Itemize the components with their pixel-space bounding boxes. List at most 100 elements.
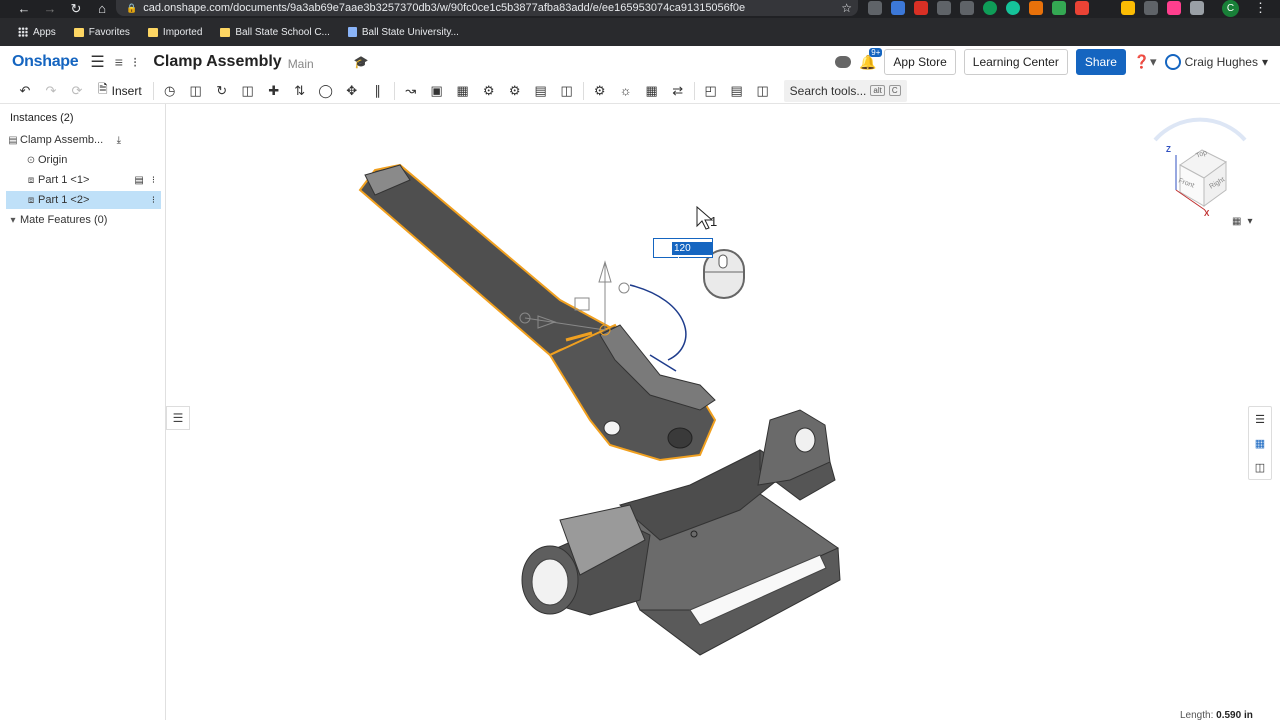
rack-pinion-icon[interactable]: ⚙	[502, 83, 528, 99]
learning-center-button[interactable]: Learning Center	[963, 49, 1068, 75]
insert-icon: 🗎	[98, 82, 108, 96]
shortcut-c-key: C	[888, 85, 901, 96]
right-panel-dock: ☰ ▦ ◫	[1248, 406, 1272, 480]
chevron-down-icon[interactable]: ▾	[6, 215, 20, 226]
named-views-icon[interactable]: ◫	[750, 83, 776, 99]
app-store-button[interactable]: App Store	[884, 49, 956, 75]
extension-flag-icon[interactable]	[1075, 1, 1089, 15]
education-cap-icon[interactable]: 🎓	[354, 55, 369, 69]
rotation-angle-input[interactable]: 120 deg	[653, 238, 713, 267]
extension-play-icon[interactable]	[1167, 1, 1181, 15]
extension-lock-icon[interactable]	[937, 1, 951, 15]
user-menu[interactable]: Craig Hughes ▾	[1164, 54, 1268, 70]
profile-avatar[interactable]: C	[1222, 0, 1239, 17]
onshape-logo[interactable]: Onshape	[12, 53, 79, 71]
cylindrical-mate-icon[interactable]: ⇅	[287, 83, 313, 99]
feature-list-icon[interactable]: ≡	[115, 54, 123, 70]
extension-icon[interactable]	[891, 1, 905, 15]
comment-icon[interactable]	[834, 56, 851, 68]
view-options-menu[interactable]: ▦ ▾	[1232, 216, 1252, 227]
sync-icon[interactable]: ⟳	[64, 83, 90, 99]
tree-item-mate-features[interactable]: ▾ Mate Features (0)	[6, 211, 161, 229]
redo-icon[interactable]: ↷	[38, 83, 64, 99]
appearance-cube-icon[interactable]: ▦	[1255, 437, 1265, 450]
extension-thumb-icon[interactable]	[1121, 1, 1135, 15]
document-title[interactable]: Clamp Assembly	[153, 53, 281, 71]
app-header: Onshape ☰ ≡ ⁝ Clamp Assembly Main 🎓 🔔 9+ …	[0, 46, 1280, 78]
group-icon[interactable]: ▦	[450, 83, 476, 99]
fixed-icon: ▤	[134, 174, 144, 186]
undo-icon[interactable]: ↶	[12, 83, 38, 99]
parallel-mate-icon[interactable]: ∥	[365, 83, 391, 99]
address-bar[interactable]: 🔒 cad.onshape.com/documents/9a3ab69e7aae…	[116, 0, 858, 16]
extension-puzzle-icon[interactable]	[1190, 1, 1204, 15]
reload-icon[interactable]: ↻	[68, 1, 84, 17]
hamburger-menu-icon[interactable]: ☰	[90, 52, 104, 72]
ball-mate-icon[interactable]: ✥	[339, 83, 365, 99]
browser-menu-icon[interactable]: ⋮	[1254, 0, 1267, 16]
mate-connector-dot-icon[interactable]: ⁝	[152, 175, 155, 186]
page-icon	[347, 27, 357, 37]
properties-list-icon[interactable]: ☰	[1255, 413, 1265, 426]
gear-relation-icon[interactable]: ⚙	[476, 83, 502, 99]
bookmark-imported[interactable]: Imported	[147, 27, 202, 38]
search-tools-input[interactable]: Search tools... alt C	[783, 79, 907, 102]
chevron-down-icon: ▾	[1261, 55, 1268, 69]
explode-icon[interactable]: ⇄	[665, 83, 691, 99]
settings-gear-icon[interactable]: ⚙	[587, 83, 613, 99]
mate-connector-icon[interactable]: ▣	[424, 83, 450, 99]
extension-green-icon[interactable]	[983, 1, 997, 15]
shortcut-alt-key: alt	[870, 85, 885, 96]
notification-badge: 9+	[869, 47, 883, 57]
help-icon[interactable]: ❓▾	[1134, 54, 1157, 70]
insert-button[interactable]: 🗎 Insert	[90, 80, 150, 101]
forward-arrow-icon[interactable]: →	[42, 1, 58, 17]
bookmark-ball-state-university[interactable]: Ball State University...	[347, 27, 459, 38]
handle-part-selected[interactable]	[358, 163, 717, 462]
download-icon[interactable]: ⤓	[117, 135, 121, 146]
fastened-mate-icon[interactable]: ◫	[183, 83, 209, 99]
mate-values-icon[interactable]: ◫	[1255, 461, 1265, 474]
sun-gear-icon[interactable]: ☼	[613, 83, 639, 98]
replicate-icon[interactable]: ◷	[157, 83, 183, 99]
bookmark-favorites[interactable]: Favorites	[73, 27, 130, 38]
tree-item-clamp-assembly[interactable]: ▤ Clamp Assemb... ⤓	[6, 131, 161, 149]
extension-arrow-icon[interactable]	[1029, 1, 1043, 15]
graphics-viewport[interactable]	[167, 104, 1280, 720]
tangent-mate-icon[interactable]: ↝	[398, 83, 424, 99]
home-icon[interactable]: ⌂	[94, 1, 110, 17]
share-button[interactable]: Share	[1075, 49, 1126, 75]
linear-pattern-icon[interactable]: ◫	[554, 83, 580, 99]
insert-mate-icon[interactable]: ⁝	[133, 54, 137, 71]
bookmark-star-icon[interactable]: ☆	[841, 1, 852, 15]
google-drive-icon[interactable]	[1052, 1, 1066, 15]
chevron-down-icon: ▾	[1247, 216, 1253, 227]
bookmark-ball-state-school[interactable]: Ball State School C...	[220, 27, 330, 38]
section-view-icon[interactable]: ◰	[698, 83, 724, 99]
slider-mate-icon[interactable]: ◫	[235, 83, 261, 99]
bookmark-apps[interactable]: Apps	[18, 27, 56, 38]
screw-relation-icon[interactable]: ▤	[528, 83, 554, 99]
tree-item-origin[interactable]: ⊙ Origin	[6, 151, 161, 169]
extension-download-icon[interactable]	[868, 1, 882, 15]
revolute-mate-icon[interactable]: ↻	[209, 83, 235, 99]
back-arrow-icon[interactable]: ←	[16, 1, 32, 17]
hatch-icon[interactable]: ▦	[639, 83, 665, 99]
branch-label[interactable]: Main	[288, 57, 314, 71]
view-cube-z-label: Z	[1166, 145, 1171, 154]
notifications-icon[interactable]: 🔔 9+	[859, 47, 883, 71]
folder-icon	[147, 27, 158, 37]
extension-pdf-icon[interactable]	[914, 1, 928, 15]
extension-bag-icon[interactable]	[960, 1, 974, 15]
extension-pen-icon[interactable]	[1144, 1, 1158, 15]
browser-titlebar: ← → ↻ ⌂ 🔒 cad.onshape.com/documents/9a3a…	[0, 0, 1280, 18]
tree-item-part-1-2[interactable]: ⧈ Part 1 <2> ⁝	[6, 191, 161, 209]
tree-item-part-1-1[interactable]: ⧈ Part 1 <1> ▤ ⁝	[6, 171, 161, 189]
measure-icon[interactable]: ▤	[724, 83, 750, 99]
pin-slot-mate-icon[interactable]: ◯	[313, 83, 339, 99]
planar-mate-icon[interactable]: ✚	[261, 83, 287, 99]
panel-title: Instances (2)	[10, 112, 74, 124]
view-cube[interactable]	[1153, 117, 1247, 211]
grammarly-icon[interactable]	[1006, 1, 1020, 15]
mate-connector-dot-icon[interactable]: ⁝	[152, 195, 155, 206]
